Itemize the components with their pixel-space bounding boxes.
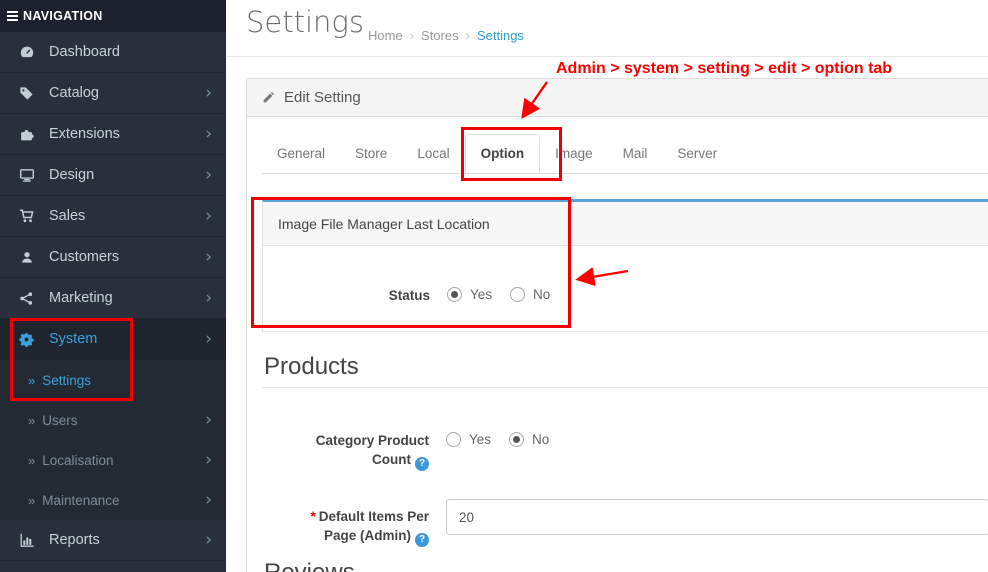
panel-title: Edit Setting: [284, 89, 361, 106]
help-icon[interactable]: ?: [415, 456, 429, 471]
chevron-right-icon: ›: [205, 246, 212, 267]
navigation-header: NAVIGATION: [0, 0, 226, 32]
category-count-no-radio[interactable]: [509, 432, 525, 447]
sidebar-item-customers[interactable]: Customers ›: [0, 237, 226, 278]
display-icon: [18, 167, 35, 183]
chevron-right-icon: ›: [205, 489, 212, 510]
required-asterisk: *: [310, 509, 316, 524]
status-label: Status: [388, 288, 430, 303]
sidebar-item-marketing[interactable]: Marketing ›: [0, 278, 226, 319]
sidebar-subitem-maintenance[interactable]: » Maintenance ›: [0, 480, 226, 520]
tab-image[interactable]: Image: [540, 134, 608, 172]
sidebar-subitem-settings[interactable]: » Settings: [0, 360, 226, 400]
chevron-right-icon: ›: [205, 409, 212, 430]
sidebar-item-dashboard[interactable]: Dashboard: [0, 32, 226, 73]
status-no-label[interactable]: No: [533, 287, 550, 302]
chevron-right-icon: ›: [205, 123, 212, 144]
double-angle-icon: »: [28, 492, 36, 508]
hamburger-icon[interactable]: [7, 11, 18, 21]
puzzle-icon: [18, 126, 35, 142]
chevron-right-icon: ›: [205, 328, 212, 349]
edit-setting-panel: Edit Setting General Store Local Option …: [246, 78, 988, 572]
chevron-right-icon: ›: [205, 287, 212, 308]
double-angle-icon: »: [28, 372, 36, 388]
sidebar-item-sales[interactable]: Sales ›: [0, 196, 226, 237]
pencil-icon: [262, 91, 275, 104]
status-row: Status Yes No: [263, 286, 560, 305]
breadcrumb-home[interactable]: Home: [368, 28, 403, 43]
category-count-radio-group: Yes No: [446, 431, 559, 447]
page-header: Settings Home › Stores › Settings: [226, 0, 988, 57]
sidebar-menu: Dashboard Catalog › Extensions › Design …: [0, 32, 226, 561]
category-count-yes-label[interactable]: Yes: [469, 432, 491, 447]
sidebar-item-extensions[interactable]: Extensions ›: [0, 114, 226, 155]
sidebar-item-system[interactable]: System ›: [0, 319, 226, 360]
system-submenu: » Settings » Users › » Localisation › » …: [0, 360, 226, 520]
default-items-label: * Default Items Per Page (Admin)?: [310, 509, 429, 547]
tab-server[interactable]: Server: [662, 134, 732, 172]
main-content: Settings Home › Stores › Settings Edit Setti…: [226, 0, 988, 572]
tab-store[interactable]: Store: [340, 134, 402, 172]
breadcrumb-separator: ›: [465, 28, 470, 43]
sidebar-item-design[interactable]: Design ›: [0, 155, 226, 196]
status-radio-group: Yes No: [447, 286, 560, 302]
file-manager-panel-body: Status Yes No: [263, 246, 988, 331]
navigation-title: NAVIGATION: [23, 9, 103, 23]
gear-icon: [18, 331, 35, 347]
category-product-count-row: Category Product Count? Yes No: [262, 431, 559, 471]
file-manager-panel-heading: Image File Manager Last Location: [263, 202, 988, 246]
sidebar: NAVIGATION Dashboard Catalog › Extension…: [0, 0, 226, 572]
edit-setting-panel-heading: Edit Setting: [247, 79, 988, 117]
products-heading: Products: [262, 353, 988, 388]
tab-local[interactable]: Local: [402, 134, 464, 172]
status-yes-radio[interactable]: [447, 287, 462, 302]
help-icon[interactable]: ?: [415, 532, 429, 547]
category-product-count-label: Category Product Count?: [315, 433, 429, 471]
chevron-right-icon: ›: [205, 205, 212, 226]
double-angle-icon: »: [28, 452, 36, 468]
double-angle-icon: »: [28, 412, 36, 428]
dashboard-icon: [18, 44, 35, 60]
tag-icon: [18, 85, 35, 101]
chevron-right-icon: ›: [205, 529, 212, 550]
tab-general[interactable]: General: [262, 134, 340, 172]
default-items-input[interactable]: [446, 499, 988, 535]
status-yes-label[interactable]: Yes: [470, 287, 492, 302]
chevron-right-icon: ›: [205, 82, 212, 103]
category-count-yes-radio[interactable]: [446, 432, 461, 447]
user-icon: [18, 249, 35, 265]
reviews-heading: Reviews: [262, 559, 988, 572]
sidebar-subitem-users[interactable]: » Users ›: [0, 400, 226, 440]
default-items-row: * Default Items Per Page (Admin)?: [262, 493, 988, 547]
cart-icon: [18, 208, 35, 224]
sidebar-subitem-localisation[interactable]: » Localisation ›: [0, 440, 226, 480]
file-manager-panel: Image File Manager Last Location Status …: [262, 199, 988, 332]
breadcrumb-settings[interactable]: Settings: [477, 28, 524, 43]
setting-tabs: General Store Local Option Image Mail Se…: [262, 134, 988, 174]
chevron-right-icon: ›: [205, 164, 212, 185]
chevron-right-icon: ›: [205, 449, 212, 470]
page-title: Settings: [246, 5, 364, 39]
breadcrumb-stores[interactable]: Stores: [421, 28, 459, 43]
category-count-no-label[interactable]: No: [532, 432, 549, 447]
sidebar-item-catalog[interactable]: Catalog ›: [0, 73, 226, 114]
tab-mail[interactable]: Mail: [608, 134, 663, 172]
products-section: Products Category Product Count? Yes No: [262, 353, 988, 553]
sidebar-item-reports[interactable]: Reports ›: [0, 520, 226, 561]
share-icon: [18, 290, 35, 306]
reviews-section: Reviews: [262, 559, 988, 572]
bar-chart-icon: [18, 532, 35, 548]
tab-option[interactable]: Option: [464, 134, 541, 173]
breadcrumb: Home › Stores › Settings: [368, 28, 524, 43]
breadcrumb-separator: ›: [409, 28, 415, 43]
status-no-radio[interactable]: [510, 287, 526, 302]
